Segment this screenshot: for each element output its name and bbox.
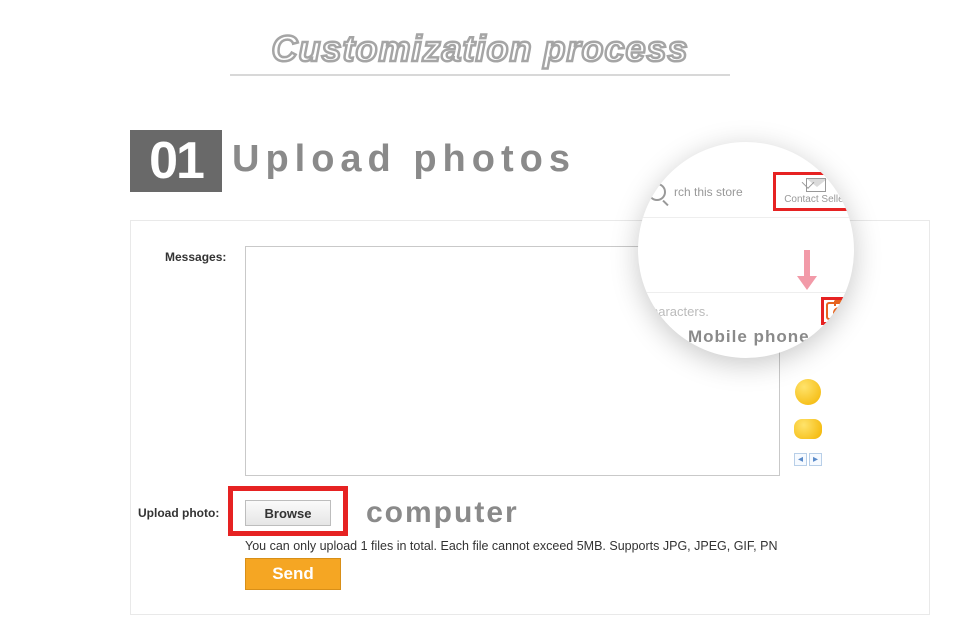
contact-seller-label: Contact Seller <box>784 194 847 205</box>
send-button[interactable]: Send <box>245 558 341 590</box>
contact-seller-highlight[interactable]: Contact Seller <box>773 172 854 211</box>
input-placeholder-fragment: haracters. <box>638 304 709 319</box>
pager-prev-button[interactable]: ◂ <box>794 453 807 466</box>
computer-annotation: computer <box>366 496 519 530</box>
arrow-down-icon <box>800 250 814 290</box>
upload-hint-text: You can only upload 1 files in total. Ea… <box>245 539 777 553</box>
mail-icon <box>806 178 826 192</box>
search-icon <box>648 183 666 201</box>
emoji-icon[interactable] <box>794 419 822 439</box>
messages-label: Messages: <box>165 250 226 264</box>
magnifier-circle: rch this store Contact Seller haracters.… <box>638 142 854 358</box>
browse-button[interactable]: Browse <box>245 500 331 526</box>
page-title: Customization process <box>271 28 688 70</box>
title-underline <box>230 74 730 76</box>
search-placeholder-text: rch this store <box>674 185 743 199</box>
camera-highlight-box[interactable] <box>821 297 853 325</box>
mobile-phone-annotation: Mobile phone <box>688 327 810 347</box>
magnifier-top-row: rch this store Contact Seller <box>638 172 854 218</box>
search-group: rch this store <box>648 183 743 201</box>
emoji-pager: ◂ ▸ <box>794 453 822 466</box>
step-number-badge: 01 <box>130 130 222 192</box>
emoji-icon[interactable] <box>795 379 821 405</box>
upload-photo-label: Upload photo: <box>138 506 219 520</box>
camera-icon <box>826 302 848 320</box>
step-title: Upload photos <box>232 138 576 181</box>
pager-next-button[interactable]: ▸ <box>809 453 822 466</box>
magnifier-bottom-row: haracters. <box>638 292 854 325</box>
